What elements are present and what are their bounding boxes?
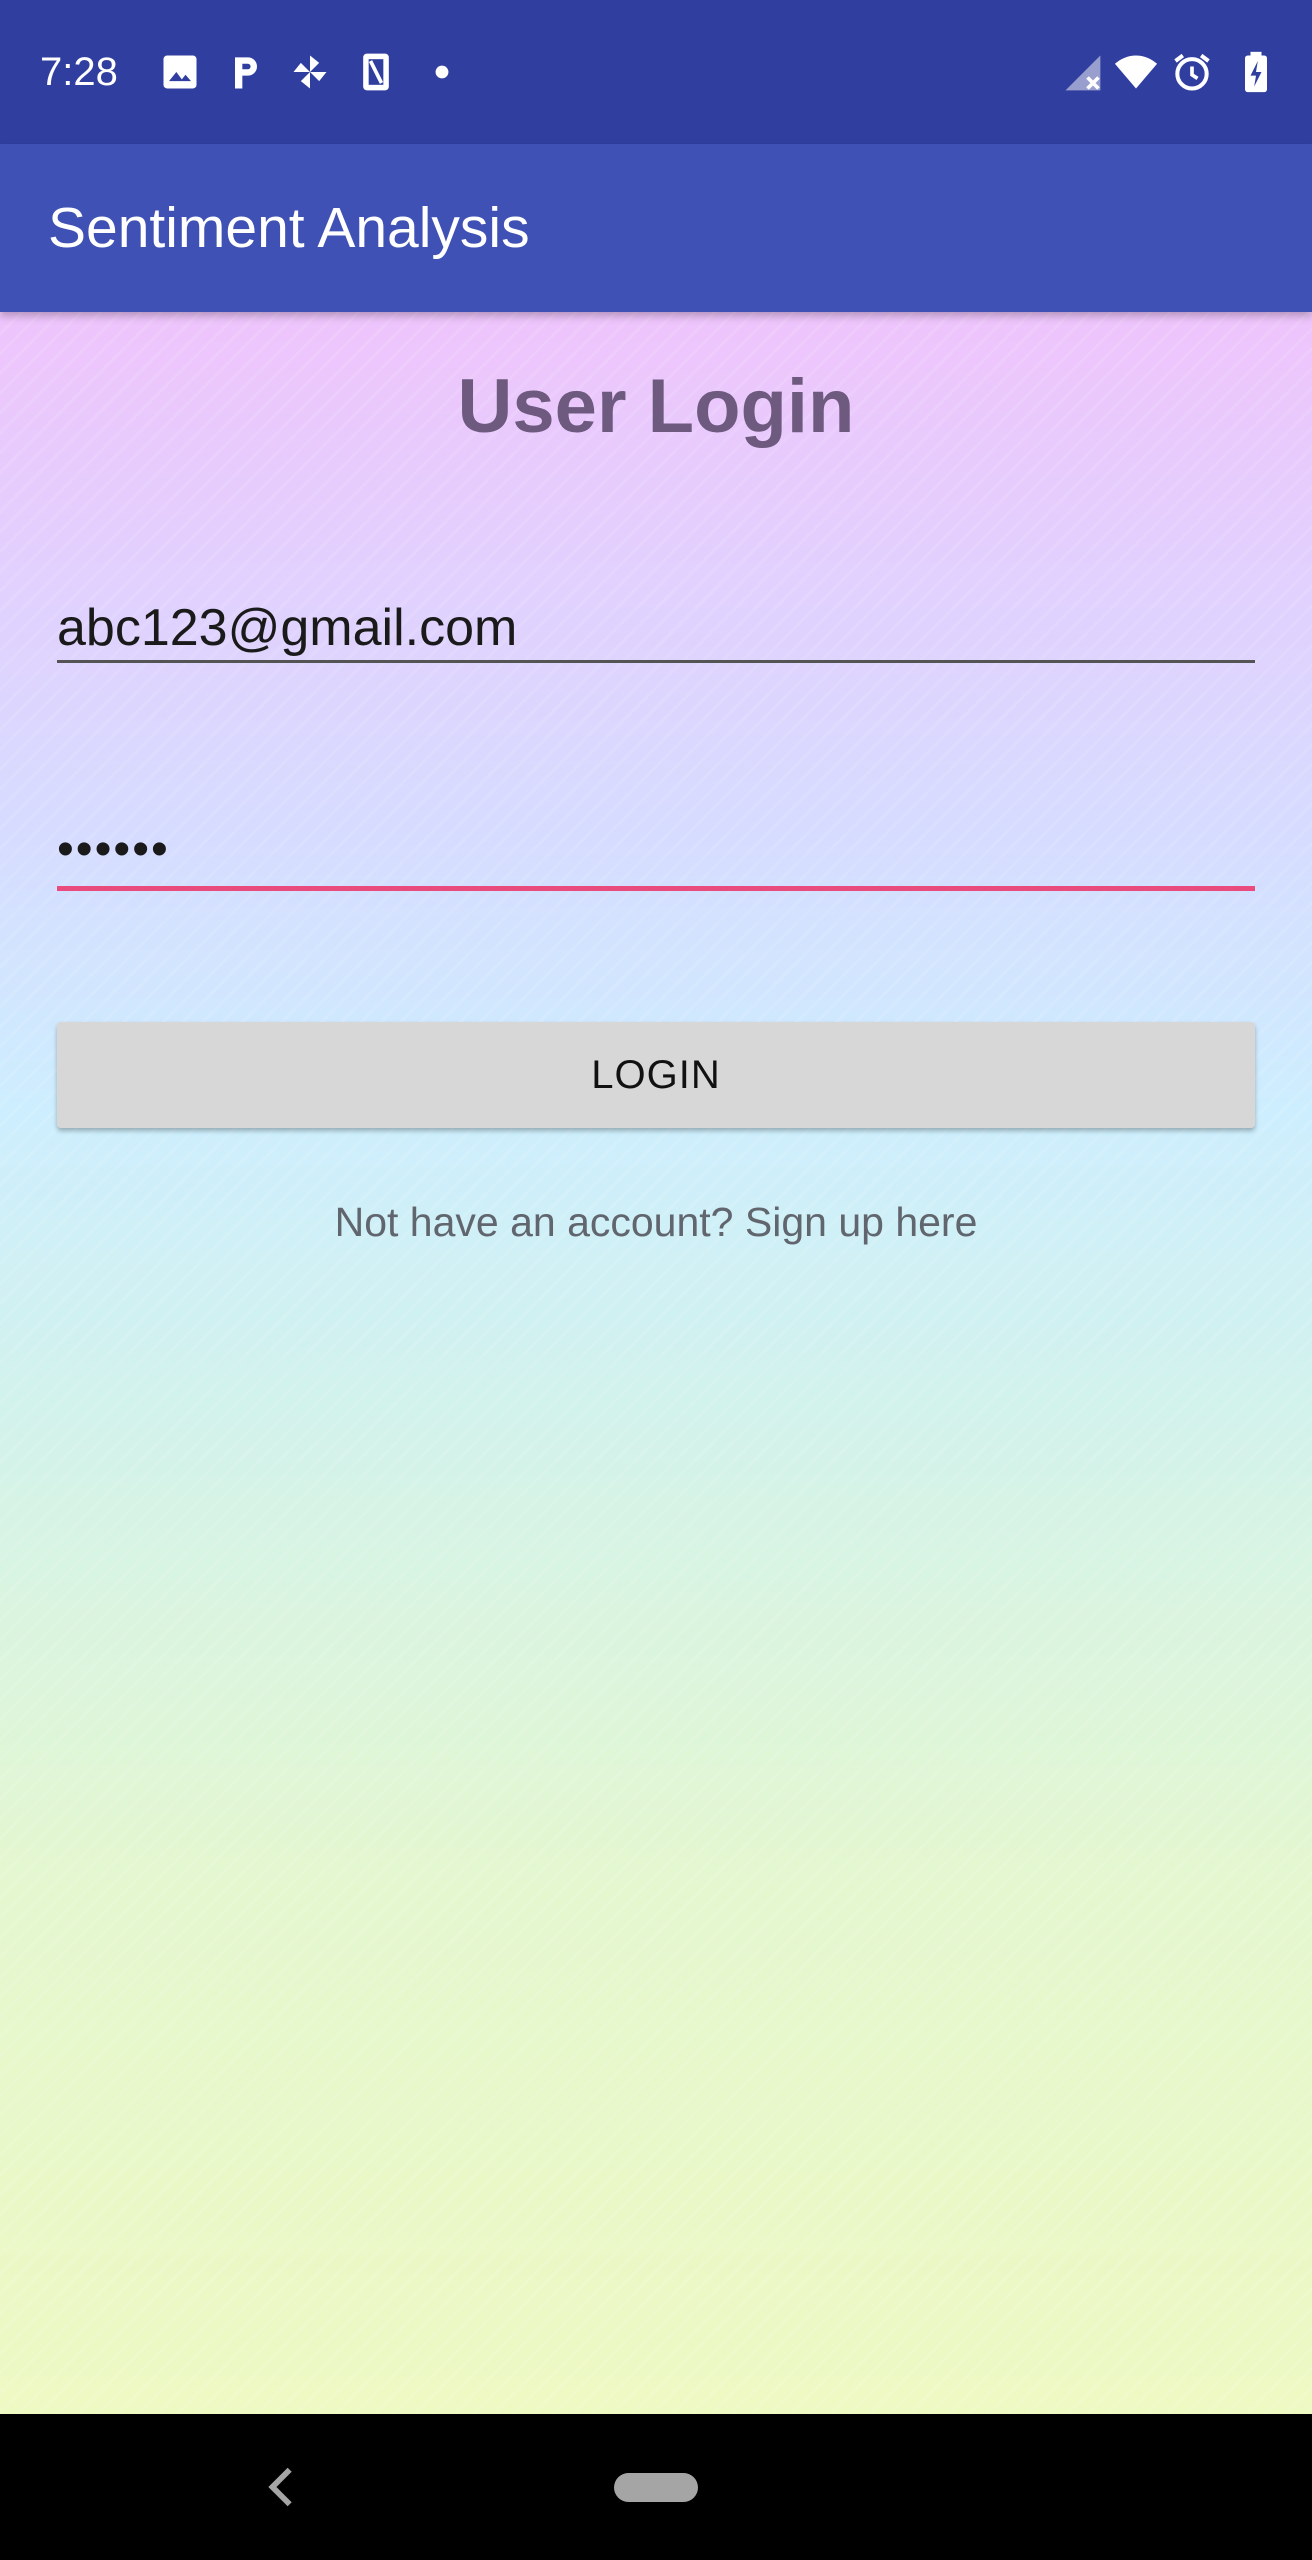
email-field[interactable]: abc123@gmail.com bbox=[57, 582, 1255, 678]
back-icon[interactable] bbox=[262, 2464, 302, 2510]
app-bar: Sentiment Analysis bbox=[0, 144, 1312, 312]
pinwheel-icon bbox=[293, 55, 327, 89]
wifi-icon bbox=[1114, 55, 1158, 89]
navigation-bar bbox=[0, 2414, 1312, 2560]
signal-off-icon bbox=[1065, 55, 1101, 91]
status-bar: 7:28 bbox=[0, 0, 1312, 144]
parking-icon bbox=[235, 57, 257, 89]
login-button[interactable]: LOGIN bbox=[57, 1022, 1255, 1128]
email-value: abc123@gmail.com bbox=[57, 599, 518, 657]
nfc-card-icon bbox=[363, 53, 389, 91]
password-value: •••••• bbox=[57, 823, 170, 876]
email-underline bbox=[57, 660, 1255, 663]
signup-link[interactable]: Not have an account? Sign up here bbox=[0, 1192, 1312, 1252]
status-time: 7:28 bbox=[40, 50, 118, 94]
password-underline bbox=[57, 886, 1255, 891]
dot-icon bbox=[435, 65, 449, 79]
login-screen: User Login abc123@gmail.com •••••• LOGIN… bbox=[0, 312, 1312, 2414]
home-pill-icon[interactable] bbox=[614, 2473, 698, 2502]
app-title: Sentiment Analysis bbox=[48, 196, 530, 260]
image-icon bbox=[163, 55, 197, 89]
battery-charging-icon bbox=[1245, 51, 1267, 93]
page-title: User Login bbox=[457, 364, 855, 449]
alarm-icon bbox=[1174, 53, 1210, 91]
